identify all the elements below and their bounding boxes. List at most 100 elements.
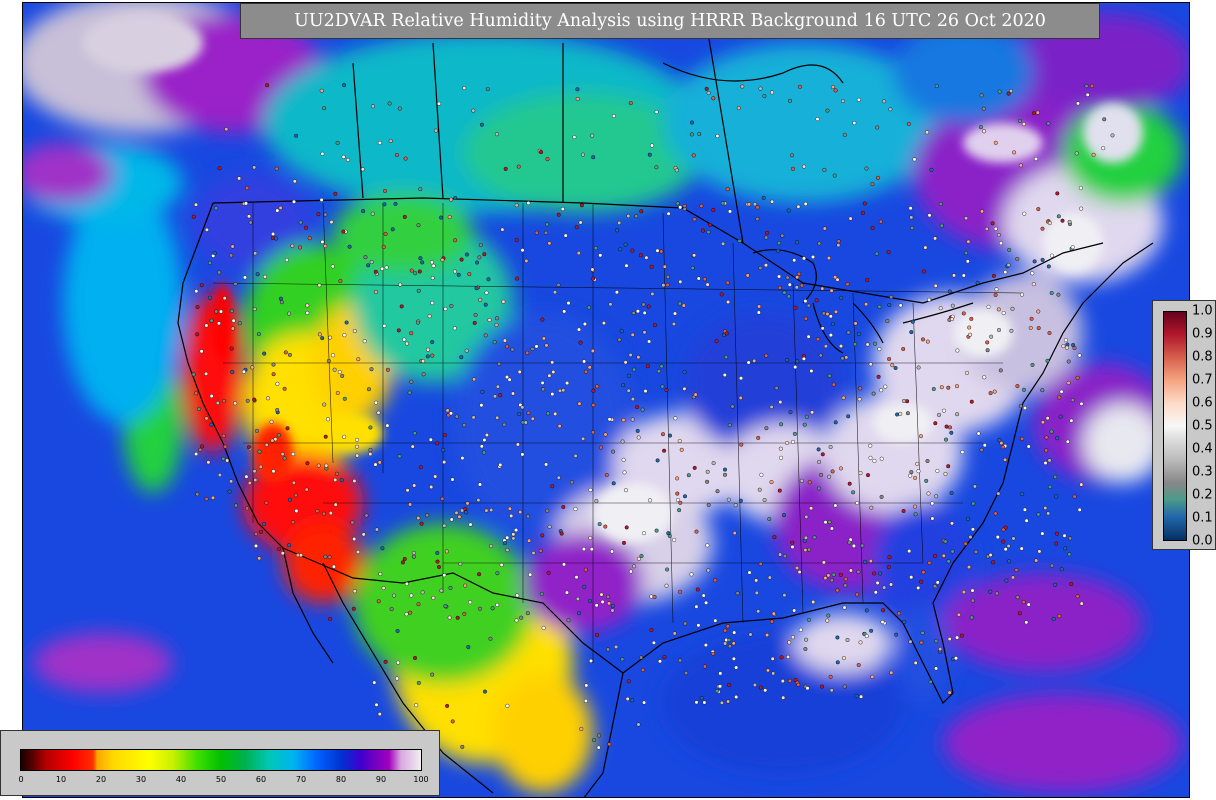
observation-marker	[1019, 292, 1024, 297]
observation-marker	[550, 360, 555, 365]
observation-marker	[594, 499, 599, 504]
observation-marker	[635, 405, 640, 410]
observation-marker	[675, 201, 680, 206]
observation-marker	[649, 594, 654, 599]
observation-marker	[870, 674, 875, 679]
observation-marker	[826, 613, 831, 618]
observation-marker	[611, 481, 616, 486]
observation-marker	[579, 726, 584, 731]
observation-marker	[544, 230, 549, 235]
observation-marker	[355, 453, 360, 458]
observation-marker	[476, 498, 481, 503]
observation-marker	[409, 593, 414, 598]
observation-marker	[519, 615, 524, 620]
observation-marker	[925, 459, 930, 464]
observation-marker	[795, 240, 800, 245]
observation-marker	[745, 273, 750, 278]
observation-marker	[509, 513, 514, 518]
observation-marker	[876, 374, 881, 379]
observation-marker	[704, 86, 709, 91]
observation-marker	[258, 464, 263, 469]
observation-marker	[730, 404, 735, 409]
observation-marker	[575, 96, 580, 101]
observation-marker	[727, 423, 732, 428]
observation-marker	[334, 471, 339, 476]
observation-marker	[803, 316, 808, 321]
observation-marker	[725, 187, 730, 192]
observation-marker	[374, 527, 379, 532]
observation-marker	[430, 301, 435, 306]
observation-marker	[697, 131, 702, 136]
observation-marker	[402, 337, 407, 342]
observation-marker	[274, 236, 279, 241]
observation-marker	[963, 541, 968, 546]
observation-marker	[1079, 206, 1084, 211]
observation-marker	[960, 450, 965, 455]
observation-marker	[1029, 316, 1034, 321]
observation-marker	[787, 678, 792, 683]
observation-marker	[457, 514, 462, 519]
observation-marker	[805, 686, 810, 691]
observation-marker	[216, 321, 221, 326]
observation-marker	[507, 506, 512, 511]
observation-marker	[1070, 398, 1075, 403]
observation-marker	[711, 651, 716, 656]
observation-marker	[505, 535, 510, 540]
observation-marker	[356, 550, 361, 555]
observation-marker	[786, 654, 791, 659]
observation-marker	[257, 556, 262, 561]
observation-marker	[823, 520, 828, 525]
observation-marker	[641, 302, 646, 307]
observation-marker	[1040, 388, 1045, 393]
observation-marker	[988, 391, 993, 396]
observation-marker	[545, 222, 550, 227]
observation-marker	[237, 321, 242, 326]
observation-marker	[515, 442, 520, 447]
observation-marker	[864, 302, 869, 307]
observation-marker	[1047, 484, 1052, 489]
observation-marker	[447, 215, 452, 220]
observation-marker	[253, 251, 258, 256]
observation-marker	[287, 543, 292, 548]
observation-marker	[430, 340, 435, 345]
observation-marker	[779, 655, 784, 660]
observation-marker	[1055, 436, 1060, 441]
observation-marker	[842, 684, 847, 689]
observation-marker	[498, 393, 503, 398]
observation-marker	[247, 481, 252, 486]
observation-marker	[627, 373, 632, 378]
observation-marker	[932, 584, 937, 589]
observation-marker	[727, 644, 732, 649]
observation-marker	[1063, 546, 1068, 551]
observation-marker	[624, 263, 629, 268]
observation-marker	[991, 560, 996, 565]
observation-marker	[454, 510, 459, 515]
observation-marker	[823, 576, 828, 581]
observation-marker	[275, 408, 280, 413]
observation-marker	[556, 475, 561, 480]
observation-marker	[777, 488, 782, 493]
observation-marker	[870, 225, 875, 230]
rh-colorbar-tick: 20	[95, 775, 107, 784]
observation-marker	[442, 460, 447, 465]
observation-marker	[706, 230, 711, 235]
observation-marker	[468, 522, 473, 527]
observation-marker	[257, 449, 262, 454]
observation-marker	[886, 250, 891, 255]
observation-marker	[961, 273, 966, 278]
observation-marker	[419, 521, 424, 526]
observation-marker	[582, 359, 587, 364]
observation-marker	[872, 571, 877, 576]
observation-marker	[484, 508, 489, 513]
observation-marker	[341, 154, 346, 159]
observation-marker	[421, 359, 426, 364]
observation-marker	[445, 703, 450, 708]
observation-marker	[224, 127, 229, 132]
observation-marker	[845, 638, 850, 643]
observation-marker	[724, 331, 729, 336]
observation-marker	[878, 571, 883, 576]
observation-marker	[214, 309, 219, 314]
observation-marker	[361, 209, 366, 214]
observation-marker	[796, 682, 801, 687]
observation-marker	[946, 464, 951, 469]
